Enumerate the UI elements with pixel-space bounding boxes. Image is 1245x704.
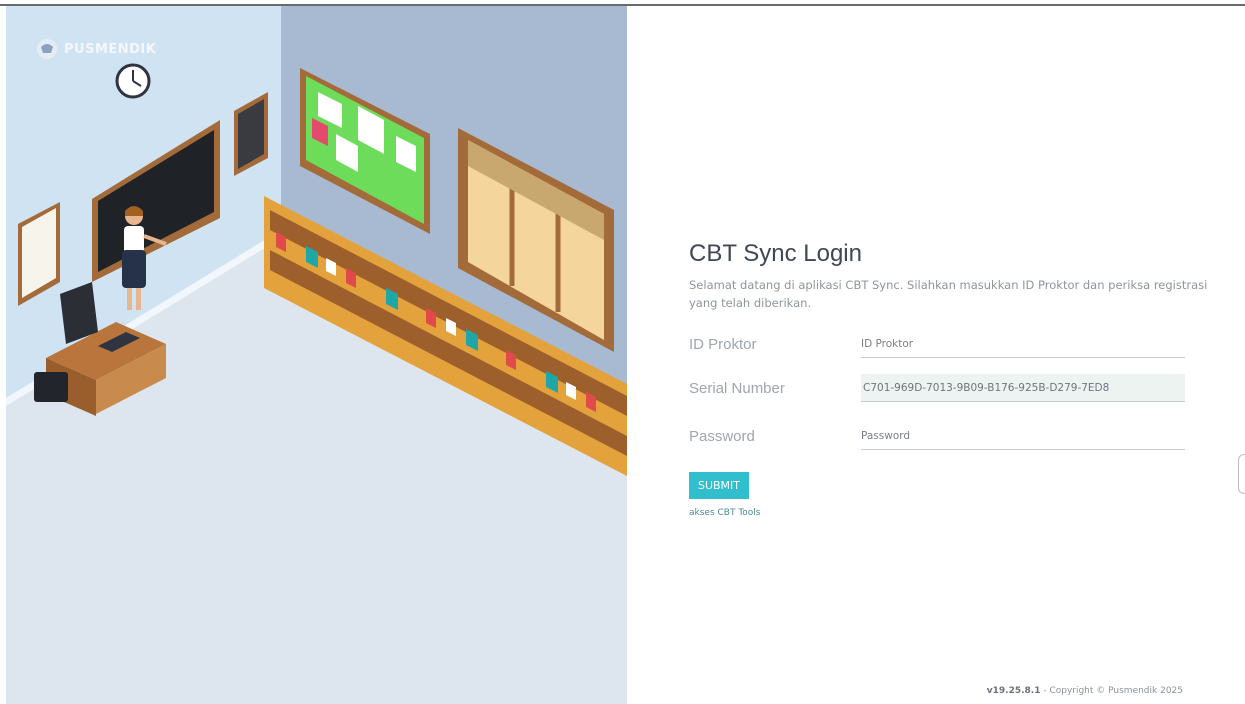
serial-number-input[interactable]: [861, 374, 1185, 402]
id-proktor-input[interactable]: [861, 330, 1185, 358]
logo-text: PUSMENDIK: [64, 41, 157, 57]
cbt-tools-link[interactable]: akses CBT Tools: [689, 508, 761, 518]
side-panel-handle[interactable]: [1238, 454, 1245, 494]
footer: v19.25.8.1 - Copyright © Pusmendik 2025: [987, 686, 1183, 696]
id-proktor-label: ID Proktor: [689, 336, 757, 353]
login-panel: CBT Sync Login Selamat datang di aplikas…: [627, 6, 1245, 704]
classroom-illustration: PUSMENDIK: [6, 6, 627, 704]
page-title: CBT Sync Login: [689, 240, 862, 268]
id-proktor-row: ID Proktor: [689, 330, 1185, 362]
password-label: Password: [689, 428, 755, 445]
pusmendik-logo: PUSMENDIK: [36, 38, 156, 60]
copyright-text: - Copyright © Pusmendik 2025: [1040, 686, 1183, 696]
version-text: v19.25.8.1: [986, 686, 1041, 696]
serial-number-row: Serial Number: [689, 374, 1185, 406]
wall-clock-icon: [115, 63, 151, 99]
serial-number-label: Serial Number: [689, 380, 785, 397]
submit-button[interactable]: SUBMIT: [689, 472, 749, 499]
password-row: Password: [689, 422, 1185, 454]
password-input[interactable]: [861, 422, 1185, 450]
login-description: Selamat datang di aplikasi CBT Sync. Sil…: [689, 277, 1208, 310]
garuda-emblem-icon: [36, 38, 58, 60]
classroom-scene: [6, 6, 627, 704]
